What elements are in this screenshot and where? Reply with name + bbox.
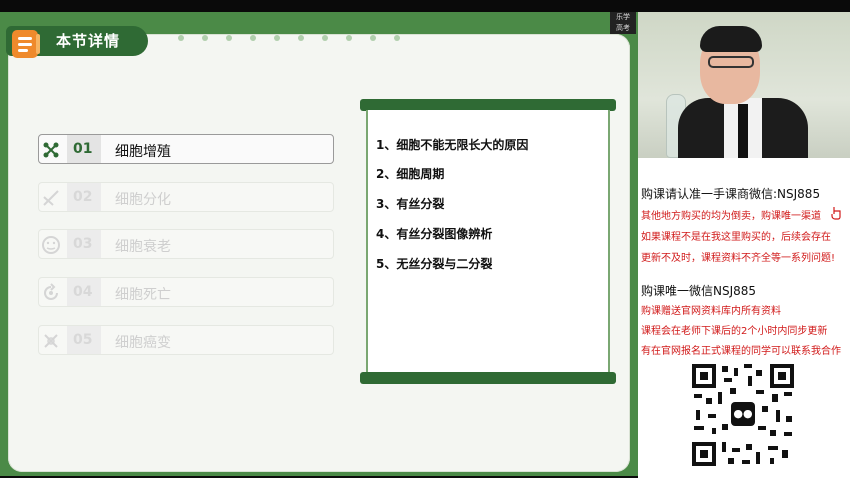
scroll-panel-bottom-rod bbox=[360, 372, 616, 384]
topic-item: 2、细胞周期 bbox=[376, 167, 445, 181]
wechat-icon: ●● bbox=[731, 402, 755, 426]
info-line: 更新不及时，课程资料不齐全等一系列问题! bbox=[641, 253, 836, 264]
teacher-tie bbox=[738, 104, 748, 158]
face-icon bbox=[42, 236, 60, 254]
channel-logo: 乐学 高考 bbox=[610, 12, 636, 34]
teacher-glasses bbox=[708, 56, 754, 68]
lesson-number: 04 bbox=[73, 284, 93, 300]
topic-item: 1、细胞不能无限长大的原因 bbox=[376, 138, 529, 152]
lesson-item-04[interactable]: 04 细胞死亡 bbox=[38, 277, 334, 307]
lesson-number: 02 bbox=[73, 189, 93, 205]
lesson-number: 03 bbox=[73, 236, 93, 252]
screen: 本节详情 01 细胞增殖 02 细胞分化 03 细胞衰老 04 细胞死亡 05 … bbox=[0, 0, 850, 478]
network-icon bbox=[43, 142, 59, 158]
info-line: 购课请认准一手课商微信:NSJ885 bbox=[641, 187, 821, 201]
lesson-item-03[interactable]: 03 细胞衰老 bbox=[38, 229, 334, 259]
info-line: 有在官网报名正式课程的同学可以联系我合作 bbox=[641, 346, 841, 357]
cell-icon bbox=[44, 334, 58, 348]
info-line: 课程会在老师下课后的2个小时内同步更新 bbox=[641, 326, 828, 337]
cycle-icon bbox=[44, 283, 58, 300]
lesson-label: 细胞分化 bbox=[115, 192, 171, 208]
info-line: 如果课程不是在我这里购买的，后续会存在 bbox=[641, 232, 831, 243]
lesson-number: 05 bbox=[73, 332, 93, 348]
lesson-item-01[interactable]: 01 细胞增殖 bbox=[38, 134, 334, 164]
teacher-camera-feed bbox=[638, 12, 850, 158]
lesson-label: 细胞死亡 bbox=[115, 287, 171, 303]
page-title: 本节详情 bbox=[56, 32, 121, 50]
info-line: 其他地方购买的均为倒卖，购课唯一渠道 bbox=[641, 211, 821, 222]
wechat-logo: ●● bbox=[729, 400, 757, 428]
lesson-label: 细胞增殖 bbox=[115, 144, 171, 160]
lesson-item-02[interactable]: 02 细胞分化 bbox=[38, 182, 334, 212]
dna-icon bbox=[43, 190, 59, 206]
lesson-label: 细胞衰老 bbox=[115, 239, 171, 255]
topic-item: 4、有丝分裂图像辨析 bbox=[376, 227, 493, 241]
topic-item: 3、有丝分裂 bbox=[376, 197, 445, 211]
info-line: 购课唯一微信NSJ885 bbox=[641, 284, 757, 298]
decorative-dots bbox=[178, 26, 598, 41]
topic-item: 5、无丝分裂与二分裂 bbox=[376, 257, 493, 271]
lesson-number: 01 bbox=[73, 141, 93, 157]
teacher-hair bbox=[700, 26, 762, 52]
lesson-item-05[interactable]: 05 细胞癌变 bbox=[38, 325, 334, 355]
notebook-icon bbox=[12, 30, 40, 58]
hand-pointer-icon bbox=[831, 207, 841, 220]
info-line: 购课赠送官网资料库内所有资料 bbox=[641, 306, 781, 317]
top-bar bbox=[0, 0, 850, 12]
lesson-label: 细胞癌变 bbox=[115, 335, 171, 351]
